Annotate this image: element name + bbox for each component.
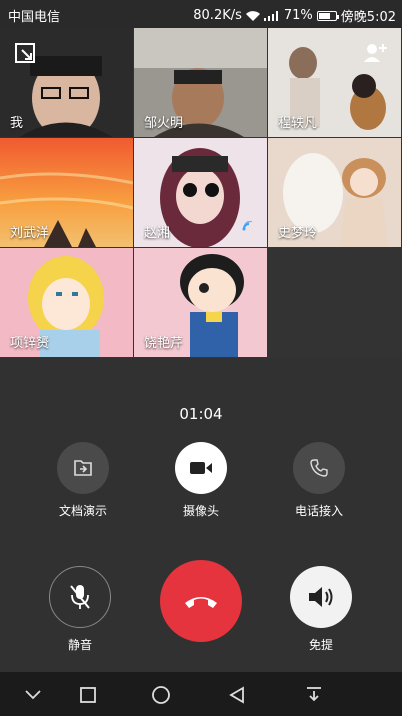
doc-present-label: 文档演示 — [58, 504, 107, 518]
participant-tile[interactable]: 史梦玲 — [268, 138, 401, 247]
minimize-window-icon[interactable] — [14, 42, 36, 64]
carrier-label: 中国电信 — [8, 10, 61, 25]
square-icon — [80, 687, 96, 703]
speaking-indicator-icon — [242, 221, 253, 231]
nav-collapse-button[interactable] — [22, 684, 44, 706]
chevron-down-icon — [25, 690, 41, 700]
mute-label: 静音 — [67, 638, 92, 652]
doc-present-button[interactable]: 文档演示 — [28, 442, 138, 519]
clock: 傍晚5:02 — [340, 10, 396, 25]
nav-home-button[interactable] — [150, 684, 172, 706]
participant-tile[interactable]: 饶艳芹 — [134, 248, 267, 357]
hangup-button[interactable] — [160, 560, 242, 642]
video-camera-icon — [190, 462, 212, 474]
system-nav-bar — [0, 672, 402, 716]
camera-label: 摄像头 — [182, 504, 219, 518]
end-call-icon — [185, 597, 217, 608]
participant-tile[interactable]: 刘武洋 — [0, 138, 133, 247]
participant-name: 史梦玲 — [278, 226, 318, 241]
speaker-label: 免提 — [308, 638, 333, 652]
participant-name: 赵湘 — [144, 226, 171, 241]
phone-dial-in-button[interactable]: 电话接入 — [264, 442, 374, 519]
participant-name: 饶艳芹 — [144, 336, 184, 351]
participant-tile[interactable]: 我 — [0, 28, 133, 137]
phone-icon — [310, 459, 328, 477]
speaker-button[interactable]: 免提 — [266, 566, 376, 653]
nav-back-button[interactable] — [226, 684, 248, 706]
pull-down-icon — [307, 687, 321, 702]
participant-tile[interactable]: 邹火明 — [134, 28, 267, 137]
participant-tile[interactable]: 项锌赟 — [0, 248, 133, 357]
participant-name: 程轶凡 — [278, 116, 318, 131]
wifi-icon — [245, 10, 260, 21]
participant-grid: 我 邹火明 程轶凡 刘武洋 赵湘 史梦玲 项锌赟 饶艳芹 — [0, 28, 402, 358]
doc-present-icon — [74, 460, 92, 476]
add-participant-icon[interactable] — [363, 42, 387, 64]
participant-name: 我 — [10, 116, 24, 131]
network-speed: 80.2K/s — [193, 8, 242, 23]
battery-icon — [316, 10, 339, 21]
status-bar: 中国电信 80.2K/s 71% 傍晚5:02 — [0, 0, 402, 28]
participant-name: 项锌赟 — [10, 336, 50, 351]
circle-home-icon — [152, 686, 170, 704]
signal-icon — [263, 10, 278, 21]
participant-tile[interactable]: 赵湘 — [134, 138, 267, 247]
phone-dial-in-label: 电话接入 — [294, 504, 343, 518]
battery-percent: 71% — [283, 8, 313, 23]
participant-name: 邹火明 — [144, 116, 184, 131]
camera-button[interactable]: 摄像头 — [146, 442, 256, 519]
mic-off-icon — [70, 585, 90, 609]
call-timer: 01:04 — [179, 405, 223, 423]
participant-tile[interactable]: 程轶凡 — [268, 28, 401, 137]
nav-notification-button[interactable] — [303, 684, 325, 706]
participant-name: 刘武洋 — [10, 226, 50, 241]
mute-button[interactable]: 静音 — [25, 566, 135, 653]
nav-recents-button[interactable] — [77, 684, 99, 706]
triangle-back-icon — [229, 686, 244, 704]
speaker-icon — [309, 587, 333, 607]
